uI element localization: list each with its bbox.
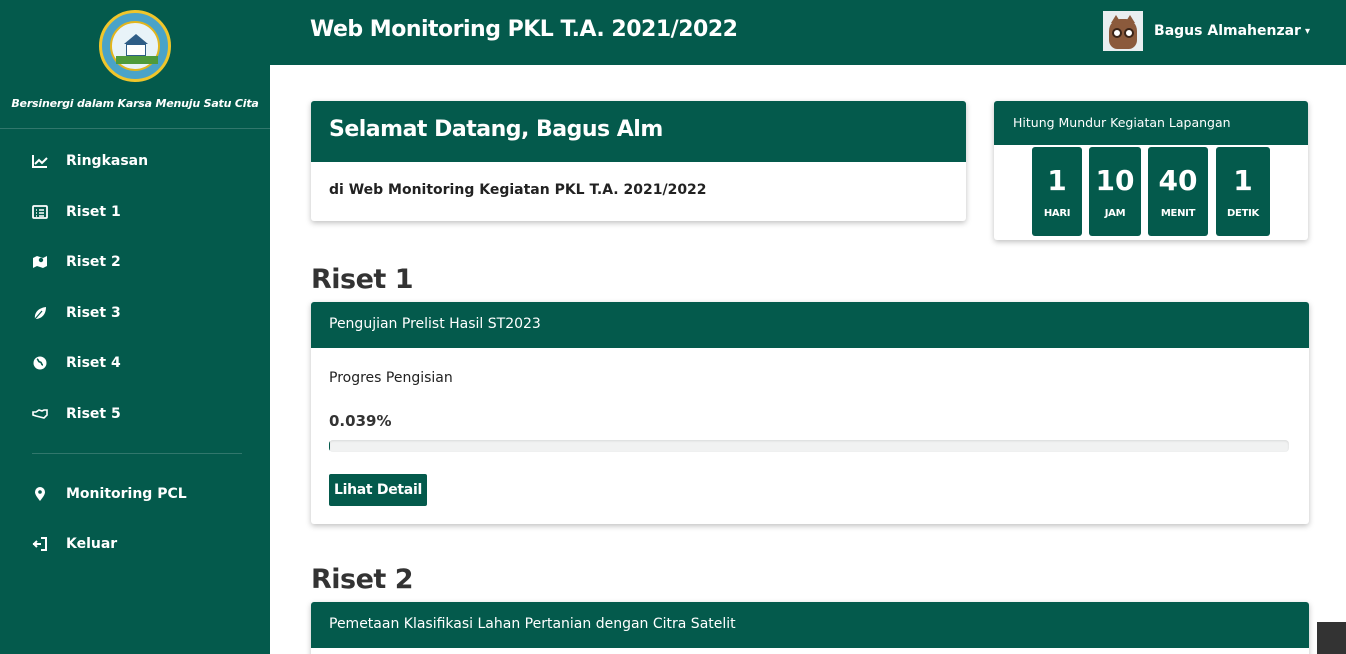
handshake-icon xyxy=(32,409,48,419)
countdown-value: 1 xyxy=(1047,164,1067,197)
welcome-subtitle: di Web Monitoring Kegiatan PKL T.A. 2021… xyxy=(329,182,707,198)
countdown-label: HARI xyxy=(1043,208,1071,219)
sidebar-item-riset-1[interactable]: Riset 1 xyxy=(0,192,270,232)
sidebar-item-riset-2[interactable]: Riset 2 xyxy=(0,242,270,282)
welcome-title: Selamat Datang, Bagus Alm xyxy=(311,101,966,162)
sign-out-icon xyxy=(32,537,47,551)
countdown-title: Hitung Mundur Kegiatan Lapangan xyxy=(994,101,1308,145)
countdown-card: Hitung Mundur Kegiatan Lapangan 1 HARI 1… xyxy=(994,101,1308,240)
welcome-card: Selamat Datang, Bagus Alm di Web Monitor… xyxy=(311,101,966,221)
sidebar-separator xyxy=(32,453,242,454)
lihat-detail-button[interactable]: Lihat Detail xyxy=(329,474,427,506)
sidebar-item-label: Riset 5 xyxy=(66,406,121,422)
riset-2-card-title: Pemetaan Klasifikasi Lahan Pertanian den… xyxy=(311,602,1309,648)
countdown-label: DETIK xyxy=(1227,208,1259,219)
progress-label: Progres Pengisian xyxy=(329,370,453,386)
organization-logo xyxy=(99,10,171,82)
progress-bar-fill xyxy=(329,440,330,452)
sidebar-tagline: Bersinergi dalam Karsa Menuju Satu Cita xyxy=(11,97,259,110)
chart-line-icon xyxy=(32,155,48,168)
progress-bar xyxy=(329,440,1289,452)
sidebar-item-riset-5[interactable]: Riset 5 xyxy=(0,394,270,434)
progress-value: 0.039% xyxy=(329,412,392,430)
sidebar-item-riset-4[interactable]: Riset 4 xyxy=(0,343,270,383)
topbar: Web Monitoring PKL T.A. 2021/2022 Bagus … xyxy=(270,0,1346,65)
countdown-minutes: 40 MENIT xyxy=(1148,147,1208,236)
riset-1-card-title: Pengujian Prelist Hasil ST2023 xyxy=(311,302,1309,348)
list-alt-icon xyxy=(32,205,48,219)
countdown-label: MENIT xyxy=(1160,208,1196,219)
sidebar-item-label: Riset 4 xyxy=(66,355,121,371)
section-title-riset-2: Riset 2 xyxy=(311,564,414,595)
sidebar: Bersinergi dalam Karsa Menuju Satu Cita … xyxy=(0,0,270,654)
countdown-seconds: 1 DETIK xyxy=(1216,147,1270,236)
sidebar-item-label: Riset 2 xyxy=(66,254,121,270)
riset-1-card: Pengujian Prelist Hasil ST2023 Progres P… xyxy=(311,302,1309,524)
sidebar-item-label: Ringkasan xyxy=(66,153,149,169)
scroll-to-top-button[interactable] xyxy=(1317,622,1346,654)
leaf-icon xyxy=(34,307,46,320)
countdown-days: 1 HARI xyxy=(1032,147,1082,236)
sidebar-item-label: Keluar xyxy=(66,536,118,552)
countdown-value: 40 xyxy=(1158,164,1198,197)
sidebar-divider xyxy=(0,128,270,129)
sidebar-item-riset-3[interactable]: Riset 3 xyxy=(0,293,270,333)
countdown-value: 1 xyxy=(1233,164,1253,197)
globe-icon xyxy=(33,356,47,370)
app-title: Web Monitoring PKL T.A. 2021/2022 xyxy=(310,17,738,42)
sidebar-item-label: Monitoring PCL xyxy=(66,486,187,502)
countdown-label: JAM xyxy=(1104,208,1126,219)
countdown-hours: 10 JAM xyxy=(1089,147,1141,236)
avatar xyxy=(1103,11,1144,51)
user-name: Bagus Almahenzar xyxy=(1154,23,1301,39)
riset-2-card: Pemetaan Klasifikasi Lahan Pertanian den… xyxy=(311,602,1309,654)
countdown-boxes: 1 HARI 10 JAM 40 MENIT 1 DETIK xyxy=(994,147,1308,237)
sidebar-item-ringkasan[interactable]: Ringkasan xyxy=(0,141,270,181)
countdown-value: 10 xyxy=(1095,164,1135,197)
sidebar-item-label: Riset 3 xyxy=(66,305,121,321)
map-icon xyxy=(33,256,47,268)
section-title-riset-1: Riset 1 xyxy=(311,264,414,295)
sidebar-item-monitoring-pcl[interactable]: Monitoring PCL xyxy=(0,474,270,514)
map-marker-icon xyxy=(35,487,45,501)
user-menu[interactable]: Bagus Almahenzar ▾ xyxy=(1103,11,1310,51)
sidebar-item-keluar[interactable]: Keluar xyxy=(0,524,270,564)
sidebar-item-label: Riset 1 xyxy=(66,204,121,220)
chevron-down-icon: ▾ xyxy=(1304,25,1310,37)
